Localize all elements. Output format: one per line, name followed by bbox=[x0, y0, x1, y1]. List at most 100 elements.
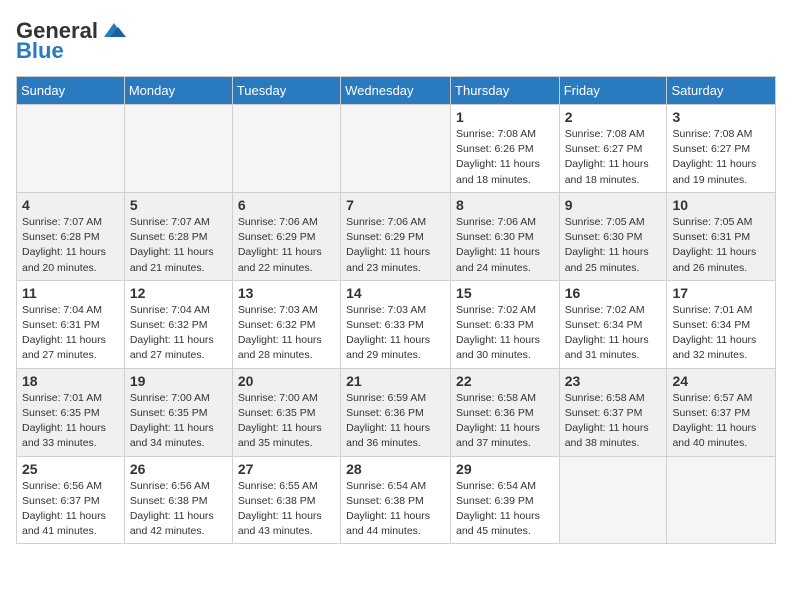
day-number: 13 bbox=[238, 285, 335, 301]
day-info: Sunrise: 7:05 AMSunset: 6:31 PMDaylight:… bbox=[672, 215, 770, 276]
day-info: Sunrise: 7:07 AMSunset: 6:28 PMDaylight:… bbox=[22, 215, 119, 276]
day-info: Sunrise: 6:56 AMSunset: 6:38 PMDaylight:… bbox=[130, 479, 227, 540]
calendar-cell: 26 Sunrise: 6:56 AMSunset: 6:38 PMDayligh… bbox=[124, 456, 232, 544]
logo: General Blue bbox=[16, 20, 128, 64]
calendar-cell: 18 Sunrise: 7:01 AMSunset: 6:35 PMDayligh… bbox=[17, 368, 125, 456]
calendar-week-3: 11 Sunrise: 7:04 AMSunset: 6:31 PMDayligh… bbox=[17, 280, 776, 368]
day-number: 1 bbox=[456, 109, 554, 125]
calendar-cell bbox=[559, 456, 667, 544]
day-number: 11 bbox=[22, 285, 119, 301]
calendar-week-5: 25 Sunrise: 6:56 AMSunset: 6:37 PMDayligh… bbox=[17, 456, 776, 544]
day-number: 12 bbox=[130, 285, 227, 301]
day-number: 6 bbox=[238, 197, 335, 213]
day-info: Sunrise: 7:06 AMSunset: 6:30 PMDaylight:… bbox=[456, 215, 554, 276]
calendar-cell: 6 Sunrise: 7:06 AMSunset: 6:29 PMDaylight… bbox=[232, 192, 340, 280]
calendar-cell bbox=[667, 456, 776, 544]
calendar-cell: 19Sunrise: 7:00 AMSunset: 6:35 PMDayligh… bbox=[124, 368, 232, 456]
day-number: 9 bbox=[565, 197, 662, 213]
calendar-cell: 3 Sunrise: 7:08 AMSunset: 6:27 PMDaylight… bbox=[667, 105, 776, 193]
calendar-cell: 28Sunrise: 6:54 AMSunset: 6:38 PMDayligh… bbox=[341, 456, 451, 544]
calendar-cell bbox=[124, 105, 232, 193]
day-number: 23 bbox=[565, 373, 662, 389]
day-info: Sunrise: 7:00 AMSunset: 6:35 PMDaylight:… bbox=[130, 391, 227, 452]
calendar-cell: 15Sunrise: 7:02 AMSunset: 6:33 PMDayligh… bbox=[451, 280, 560, 368]
header: General Blue bbox=[16, 16, 776, 64]
day-number: 14 bbox=[346, 285, 445, 301]
day-info: Sunrise: 7:08 AMSunset: 6:26 PMDaylight:… bbox=[456, 127, 554, 188]
header-monday: Monday bbox=[124, 77, 232, 105]
calendar-cell: 20 Sunrise: 7:00 AMSunset: 6:35 PMDayligh… bbox=[232, 368, 340, 456]
calendar-cell: 10 Sunrise: 7:05 AMSunset: 6:31 PMDayligh… bbox=[667, 192, 776, 280]
day-info: Sunrise: 6:55 AMSunset: 6:38 PMDaylight:… bbox=[238, 479, 335, 540]
calendar-cell: 17 Sunrise: 7:01 AMSunset: 6:34 PMDayligh… bbox=[667, 280, 776, 368]
day-info: Sunrise: 6:58 AMSunset: 6:36 PMDaylight:… bbox=[456, 391, 554, 452]
day-number: 10 bbox=[672, 197, 770, 213]
day-info: Sunrise: 7:08 AMSunset: 6:27 PMDaylight:… bbox=[672, 127, 770, 188]
calendar-cell: 9 Sunrise: 7:05 AMSunset: 6:30 PMDaylight… bbox=[559, 192, 667, 280]
header-tuesday: Tuesday bbox=[232, 77, 340, 105]
day-info: Sunrise: 7:01 AMSunset: 6:34 PMDaylight:… bbox=[672, 303, 770, 364]
calendar-cell: 5 Sunrise: 7:07 AMSunset: 6:28 PMDaylight… bbox=[124, 192, 232, 280]
day-info: Sunrise: 6:54 AMSunset: 6:39 PMDaylight:… bbox=[456, 479, 554, 540]
calendar-cell: 24 Sunrise: 6:57 AMSunset: 6:37 PMDayligh… bbox=[667, 368, 776, 456]
day-info: Sunrise: 7:02 AMSunset: 6:34 PMDaylight:… bbox=[565, 303, 662, 364]
day-number: 27 bbox=[238, 461, 335, 477]
day-info: Sunrise: 6:56 AMSunset: 6:37 PMDaylight:… bbox=[22, 479, 119, 540]
day-number: 16 bbox=[565, 285, 662, 301]
day-info: Sunrise: 6:59 AMSunset: 6:36 PMDaylight:… bbox=[346, 391, 445, 452]
header-saturday: Saturday bbox=[667, 77, 776, 105]
day-info: Sunrise: 7:03 AMSunset: 6:32 PMDaylight:… bbox=[238, 303, 335, 364]
day-info: Sunrise: 7:01 AMSunset: 6:35 PMDaylight:… bbox=[22, 391, 119, 452]
calendar-cell: 21 Sunrise: 6:59 AMSunset: 6:36 PMDayligh… bbox=[341, 368, 451, 456]
day-number: 29 bbox=[456, 461, 554, 477]
day-number: 5 bbox=[130, 197, 227, 213]
day-number: 4 bbox=[22, 197, 119, 213]
day-number: 22 bbox=[456, 373, 554, 389]
calendar-cell: 16 Sunrise: 7:02 AMSunset: 6:34 PMDayligh… bbox=[559, 280, 667, 368]
calendar-cell: 14 Sunrise: 7:03 AMSunset: 6:33 PMDayligh… bbox=[341, 280, 451, 368]
calendar-cell: 1 Sunrise: 7:08 AMSunset: 6:26 PMDaylight… bbox=[451, 105, 560, 193]
header-sunday: Sunday bbox=[17, 77, 125, 105]
day-info: Sunrise: 7:04 AMSunset: 6:31 PMDaylight:… bbox=[22, 303, 119, 364]
day-number: 24 bbox=[672, 373, 770, 389]
day-info: Sunrise: 7:05 AMSunset: 6:30 PMDaylight:… bbox=[565, 215, 662, 276]
calendar-header-row: SundayMondayTuesdayWednesdayThursdayFrid… bbox=[17, 77, 776, 105]
calendar-cell: 25 Sunrise: 6:56 AMSunset: 6:37 PMDayligh… bbox=[17, 456, 125, 544]
day-info: Sunrise: 7:06 AMSunset: 6:29 PMDaylight:… bbox=[238, 215, 335, 276]
day-info: Sunrise: 7:07 AMSunset: 6:28 PMDaylight:… bbox=[130, 215, 227, 276]
calendar-cell: 8Sunrise: 7:06 AMSunset: 6:30 PMDaylight… bbox=[451, 192, 560, 280]
day-number: 3 bbox=[672, 109, 770, 125]
calendar-week-1: 1 Sunrise: 7:08 AMSunset: 6:26 PMDaylight… bbox=[17, 105, 776, 193]
calendar-cell: 7Sunrise: 7:06 AMSunset: 6:29 PMDaylight… bbox=[341, 192, 451, 280]
header-thursday: Thursday bbox=[451, 77, 560, 105]
day-number: 25 bbox=[22, 461, 119, 477]
day-number: 18 bbox=[22, 373, 119, 389]
calendar-cell: 22 Sunrise: 6:58 AMSunset: 6:36 PMDayligh… bbox=[451, 368, 560, 456]
day-number: 21 bbox=[346, 373, 445, 389]
day-info: Sunrise: 7:03 AMSunset: 6:33 PMDaylight:… bbox=[346, 303, 445, 364]
calendar-cell bbox=[341, 105, 451, 193]
day-number: 7 bbox=[346, 197, 445, 213]
day-info: Sunrise: 7:00 AMSunset: 6:35 PMDaylight:… bbox=[238, 391, 335, 452]
day-info: Sunrise: 6:57 AMSunset: 6:37 PMDaylight:… bbox=[672, 391, 770, 452]
calendar-cell: 13 Sunrise: 7:03 AMSunset: 6:32 PMDayligh… bbox=[232, 280, 340, 368]
calendar-cell: 2Sunrise: 7:08 AMSunset: 6:27 PMDaylight… bbox=[559, 105, 667, 193]
day-number: 26 bbox=[130, 461, 227, 477]
calendar-cell: 27 Sunrise: 6:55 AMSunset: 6:38 PMDayligh… bbox=[232, 456, 340, 544]
day-info: Sunrise: 7:04 AMSunset: 6:32 PMDaylight:… bbox=[130, 303, 227, 364]
calendar-cell: 29 Sunrise: 6:54 AMSunset: 6:39 PMDayligh… bbox=[451, 456, 560, 544]
day-number: 20 bbox=[238, 373, 335, 389]
day-number: 17 bbox=[672, 285, 770, 301]
day-info: Sunrise: 6:58 AMSunset: 6:37 PMDaylight:… bbox=[565, 391, 662, 452]
day-info: Sunrise: 7:08 AMSunset: 6:27 PMDaylight:… bbox=[565, 127, 662, 188]
day-info: Sunrise: 6:54 AMSunset: 6:38 PMDaylight:… bbox=[346, 479, 445, 540]
day-number: 15 bbox=[456, 285, 554, 301]
logo-icon bbox=[100, 19, 128, 41]
calendar-cell bbox=[232, 105, 340, 193]
calendar-cell: 12 Sunrise: 7:04 AMSunset: 6:32 PMDayligh… bbox=[124, 280, 232, 368]
header-friday: Friday bbox=[559, 77, 667, 105]
header-wednesday: Wednesday bbox=[341, 77, 451, 105]
calendar-week-2: 4 Sunrise: 7:07 AMSunset: 6:28 PMDaylight… bbox=[17, 192, 776, 280]
calendar-cell: 4 Sunrise: 7:07 AMSunset: 6:28 PMDaylight… bbox=[17, 192, 125, 280]
calendar-cell: 23 Sunrise: 6:58 AMSunset: 6:37 PMDayligh… bbox=[559, 368, 667, 456]
